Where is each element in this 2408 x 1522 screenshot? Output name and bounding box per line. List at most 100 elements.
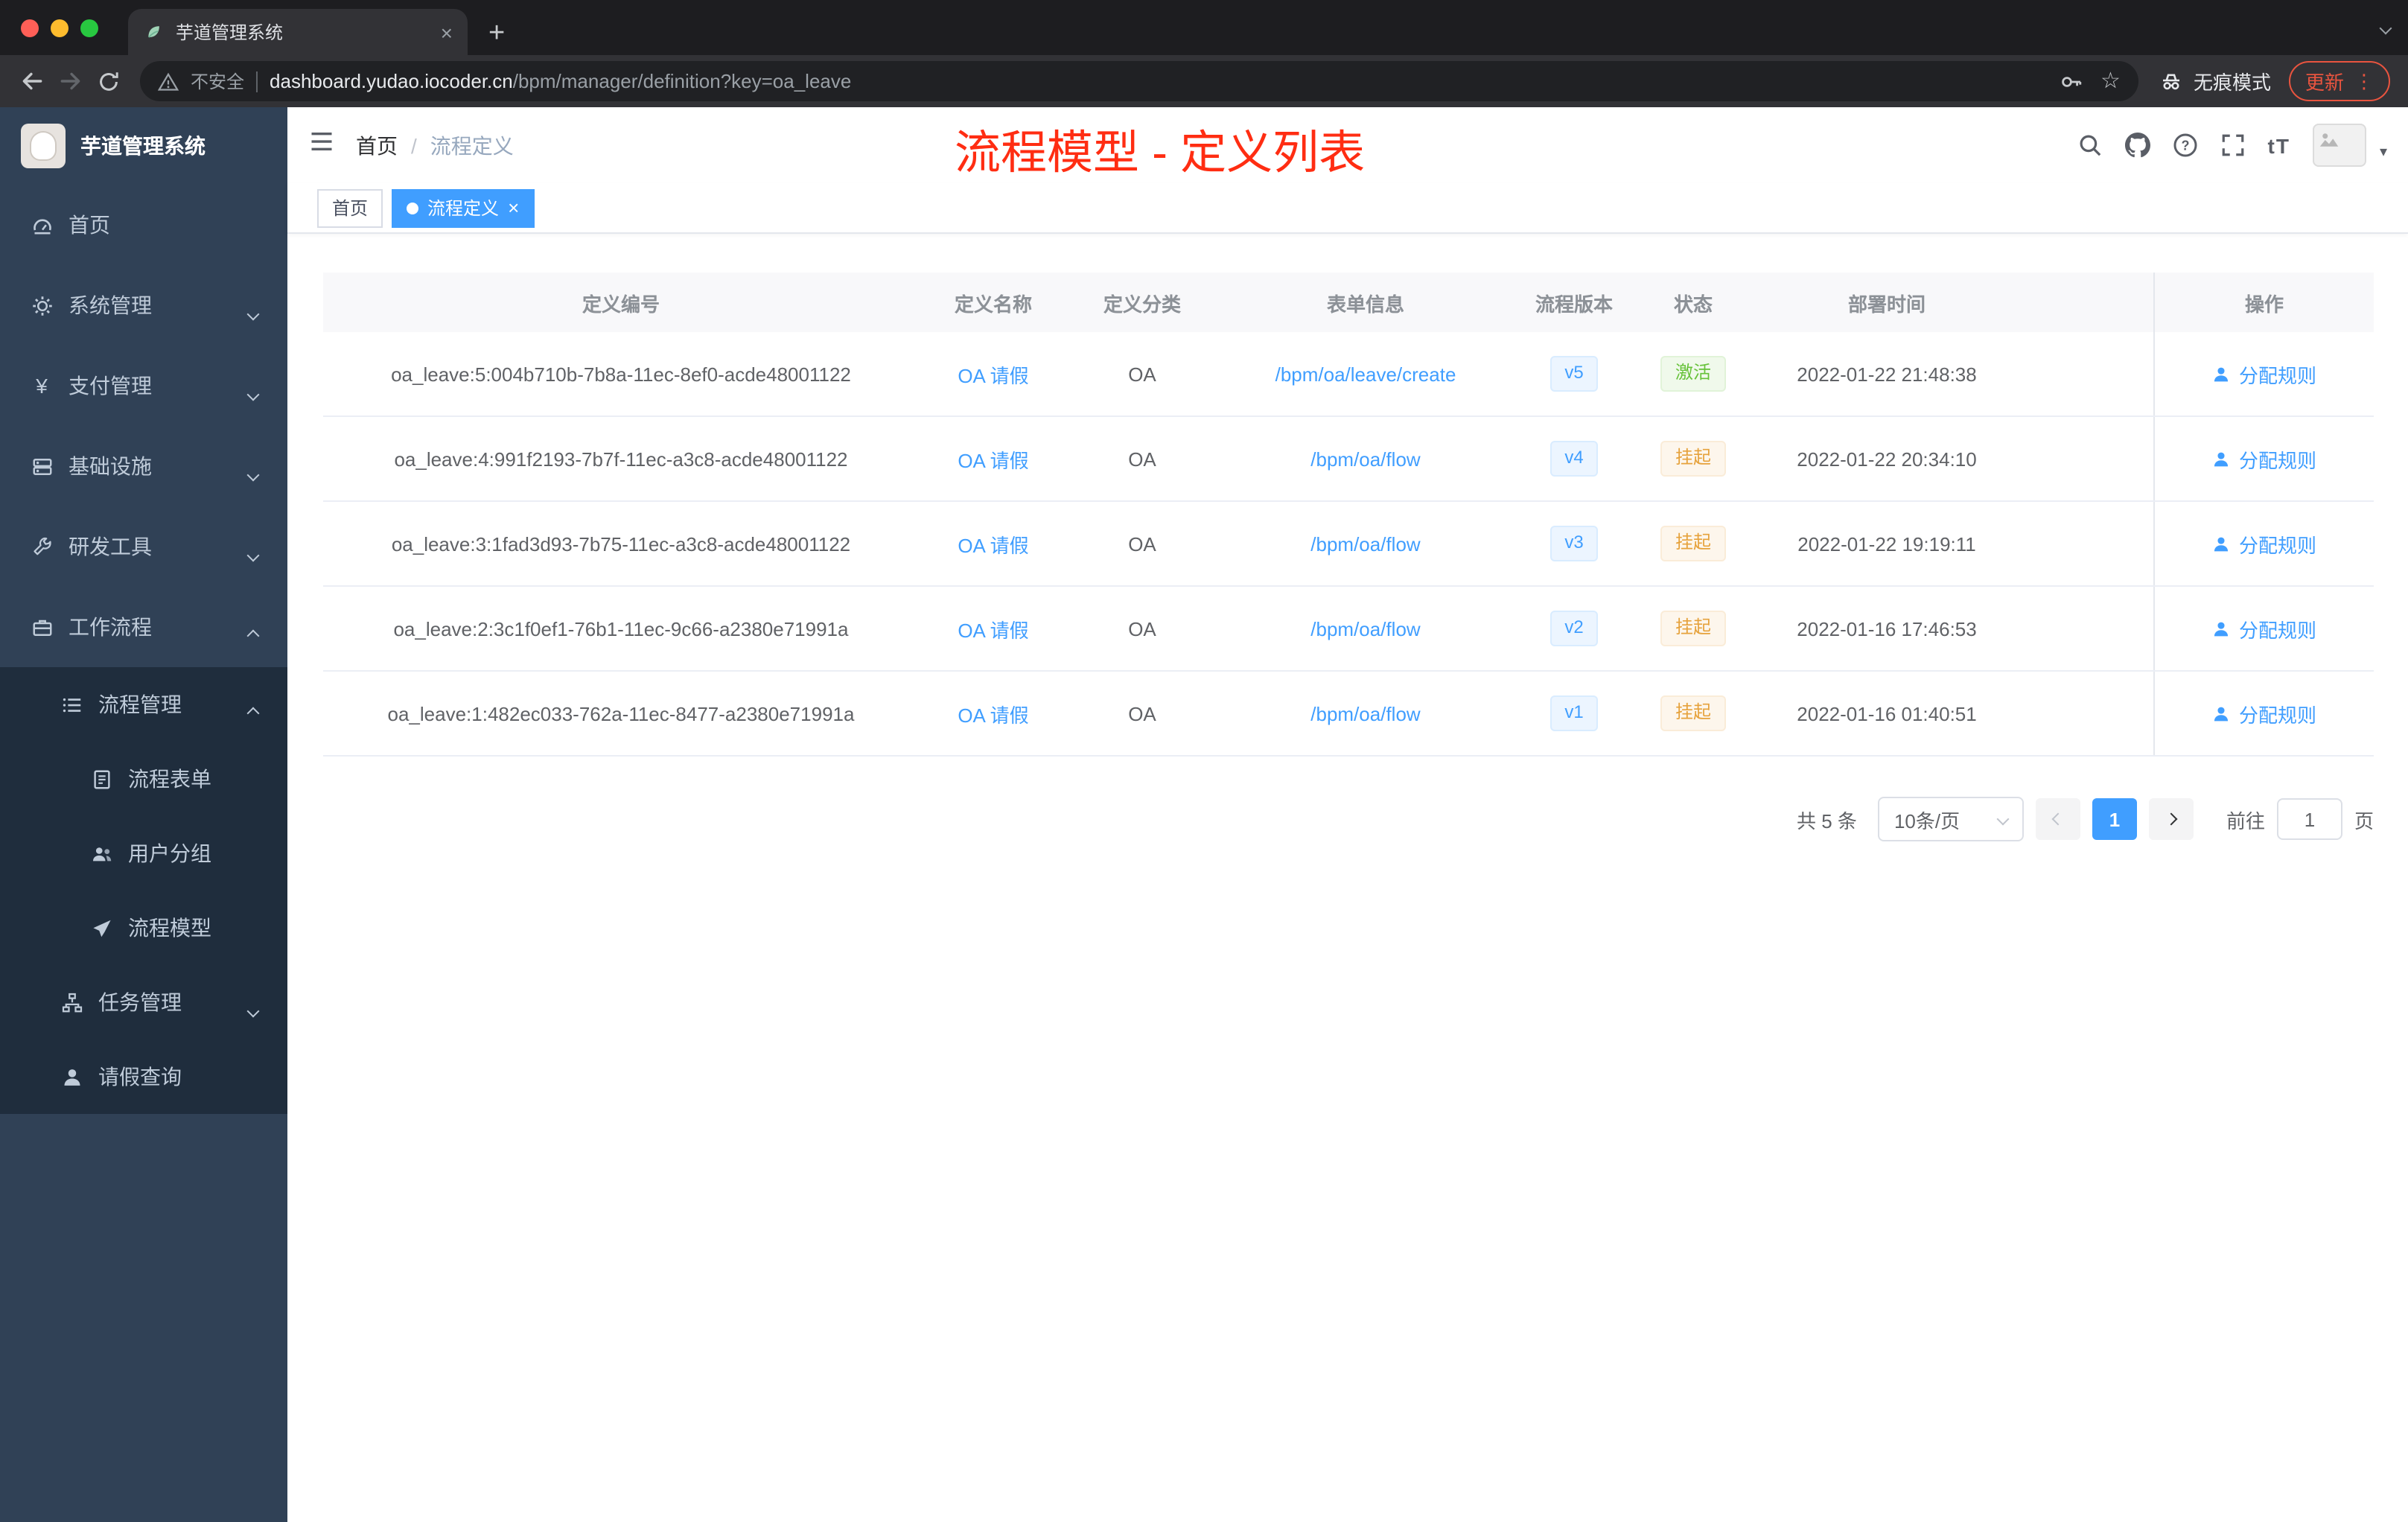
sidebar-item-process-model[interactable]: 流程模型: [0, 891, 287, 965]
version-badge[interactable]: v5: [1549, 356, 1599, 392]
caret-down-icon[interactable]: ▾: [2380, 144, 2387, 167]
sidebar-item-dev-tools[interactable]: 研发工具: [0, 506, 287, 587]
sidebar-collapse-icon[interactable]: [308, 128, 335, 162]
sidebar-item-system-mgmt[interactable]: 系统管理: [0, 265, 287, 346]
sidebar-item-user-group[interactable]: 用户分组: [0, 816, 287, 891]
close-window-button[interactable]: [21, 19, 39, 36]
definition-name-link[interactable]: OA 请假: [958, 360, 1028, 388]
definition-name-link[interactable]: OA 请假: [958, 614, 1028, 643]
sidebar-item-label: 流程管理: [98, 692, 182, 716]
sidebar-item-infrastructure[interactable]: 基础设施: [0, 426, 287, 506]
version-badge[interactable]: v1: [1549, 695, 1599, 731]
assign-rule-link[interactable]: 分配规则: [2212, 614, 2316, 643]
url-text[interactable]: dashboard.yudao.iocoder.cn/bpm/manager/d…: [270, 70, 851, 92]
sidebar-item-leave-query[interactable]: 请假查询: [0, 1039, 287, 1114]
font-size-icon[interactable]: tT: [2268, 133, 2290, 157]
help-icon[interactable]: ?: [2173, 133, 2198, 158]
assign-rule-link[interactable]: 分配规则: [2212, 529, 2316, 558]
browser-tab-strip: 芋道管理系统 × +: [0, 0, 2408, 55]
prev-page-button[interactable]: [2035, 798, 2080, 840]
tag-process-definition[interactable]: 流程定义 ×: [392, 188, 535, 227]
red-annotation-text: 流程模型 - 定义列表: [955, 127, 1366, 179]
form-link[interactable]: /bpm/oa/flow: [1310, 532, 1420, 555]
browser-tab[interactable]: 芋道管理系统 ×: [128, 9, 468, 55]
forward-button[interactable]: [51, 62, 89, 101]
sidebar-item-label: 工作流程: [69, 615, 152, 639]
sidebar-item-label: 用户分组: [128, 841, 211, 865]
app-logo[interactable]: 芋道管理系统: [0, 107, 287, 185]
breadcrumb-home[interactable]: 首页: [356, 130, 398, 160]
version-badge[interactable]: v4: [1549, 441, 1599, 477]
sidebar-item-payment-mgmt[interactable]: ¥ 支付管理: [0, 346, 287, 426]
cell-deploy-time: 2022-01-22 20:34:10: [1797, 448, 1977, 470]
sidebar-item-workflow[interactable]: 工作流程: [0, 587, 287, 667]
omnibox-divider: [256, 71, 258, 92]
cell-deploy-time: 2022-01-22 21:48:38: [1797, 363, 1977, 385]
sidebar-item-process-mgmt[interactable]: 流程管理: [0, 667, 287, 742]
tag-close-icon[interactable]: ×: [508, 198, 519, 217]
breadcrumb-separator: /: [411, 133, 417, 157]
version-badge[interactable]: v3: [1549, 526, 1599, 561]
definition-name-link[interactable]: OA 请假: [958, 699, 1028, 727]
tab-close-icon[interactable]: ×: [441, 22, 453, 42]
column-header: 操作: [2153, 273, 2374, 332]
cell-category: OA: [1128, 363, 1156, 385]
gear-icon: [30, 293, 54, 317]
sidebar-item-task-mgmt[interactable]: 任务管理: [0, 965, 287, 1039]
cell-definition-id: oa_leave:1:482ec033-762a-11ec-8477-a2380…: [387, 702, 855, 725]
table-row: oa_leave:5:004b710b-7b8a-11ec-8ef0-acde4…: [323, 332, 2374, 417]
cell-deploy-time: 2022-01-16 17:46:53: [1797, 617, 1977, 640]
definition-table: 定义编号 定义名称 定义分类 表单信息 流程版本 状态 部署时间 操作 oa_l…: [323, 273, 2374, 757]
form-link[interactable]: /bpm/oa/flow: [1310, 617, 1420, 640]
user-avatar[interactable]: [2312, 124, 2366, 167]
definition-name-link[interactable]: OA 请假: [958, 445, 1028, 473]
chrome-update-button[interactable]: 更新 ⋮: [2288, 61, 2390, 101]
page-content: 定义编号 定义名称 定义分类 表单信息 流程版本 状态 部署时间 操作 oa_l…: [287, 234, 2408, 841]
goto-page-input[interactable]: [2276, 798, 2342, 840]
fullscreen-icon[interactable]: [2220, 133, 2246, 158]
column-header: 表单信息: [1326, 293, 1404, 315]
chevron-down-icon: [246, 996, 260, 1020]
browser-menu-icon[interactable]: ⋮: [2354, 69, 2374, 93]
tag-home[interactable]: 首页: [317, 188, 383, 227]
security-label[interactable]: 不安全: [191, 69, 244, 94]
github-icon[interactable]: [2124, 133, 2150, 158]
page-size-select[interactable]: 10条/页: [1877, 797, 2024, 841]
definition-name-link[interactable]: OA 请假: [958, 529, 1028, 558]
assign-rule-link[interactable]: 分配规则: [2212, 699, 2316, 727]
cell-definition-id: oa_leave:2:3c1f0ef1-76b1-11ec-9c66-a2380…: [393, 617, 849, 640]
password-key-icon[interactable]: [2059, 69, 2083, 93]
assign-rule-link[interactable]: 分配规则: [2212, 445, 2316, 473]
address-bar[interactable]: 不安全 dashboard.yudao.iocoder.cn/bpm/manag…: [140, 61, 2138, 101]
maximize-window-button[interactable]: [80, 19, 98, 36]
server-icon: [30, 454, 54, 478]
wrench-icon: [30, 535, 54, 558]
status-badge: 挂起: [1660, 441, 1726, 477]
search-icon[interactable]: [2077, 133, 2103, 158]
form-link[interactable]: /bpm/oa/flow: [1310, 702, 1420, 725]
tab-search-chevron-icon[interactable]: [2379, 13, 2392, 40]
chevron-down-icon: [246, 460, 260, 484]
form-link[interactable]: /bpm/oa/leave/create: [1275, 363, 1456, 385]
sidebar-item-label: 首页: [69, 213, 110, 237]
cell-definition-id: oa_leave:5:004b710b-7b8a-11ec-8ef0-acde4…: [391, 363, 851, 385]
goto-label: 前往: [2226, 809, 2265, 832]
sidebar-item-process-form[interactable]: 流程表单: [0, 742, 287, 816]
status-badge: 挂起: [1660, 611, 1726, 646]
page-number-button[interactable]: 1: [2092, 798, 2137, 840]
sidebar-item-home[interactable]: 首页: [0, 185, 287, 265]
bookmark-star-icon[interactable]: ☆: [2100, 70, 2121, 92]
workflow-submenu: 流程管理 流程表单 用户分组 流程模型 任务管理 请假查询: [0, 667, 287, 1114]
paper-plane-icon: [89, 916, 113, 940]
pagination: 共 5 条 10条/页 1 前往 页: [323, 797, 2374, 841]
back-button[interactable]: [12, 62, 51, 101]
assign-rule-link[interactable]: 分配规则: [2212, 360, 2316, 388]
new-tab-button[interactable]: +: [488, 19, 505, 48]
minimize-window-button[interactable]: [51, 19, 69, 36]
cell-definition-id: oa_leave:3:1fad3d93-7b75-11ec-a3c8-acde4…: [391, 532, 851, 555]
next-page-button[interactable]: [2148, 798, 2194, 840]
chevron-down-icon: [246, 380, 260, 404]
reload-button[interactable]: [89, 62, 128, 101]
form-link[interactable]: /bpm/oa/flow: [1310, 448, 1420, 470]
version-badge[interactable]: v2: [1549, 611, 1599, 646]
